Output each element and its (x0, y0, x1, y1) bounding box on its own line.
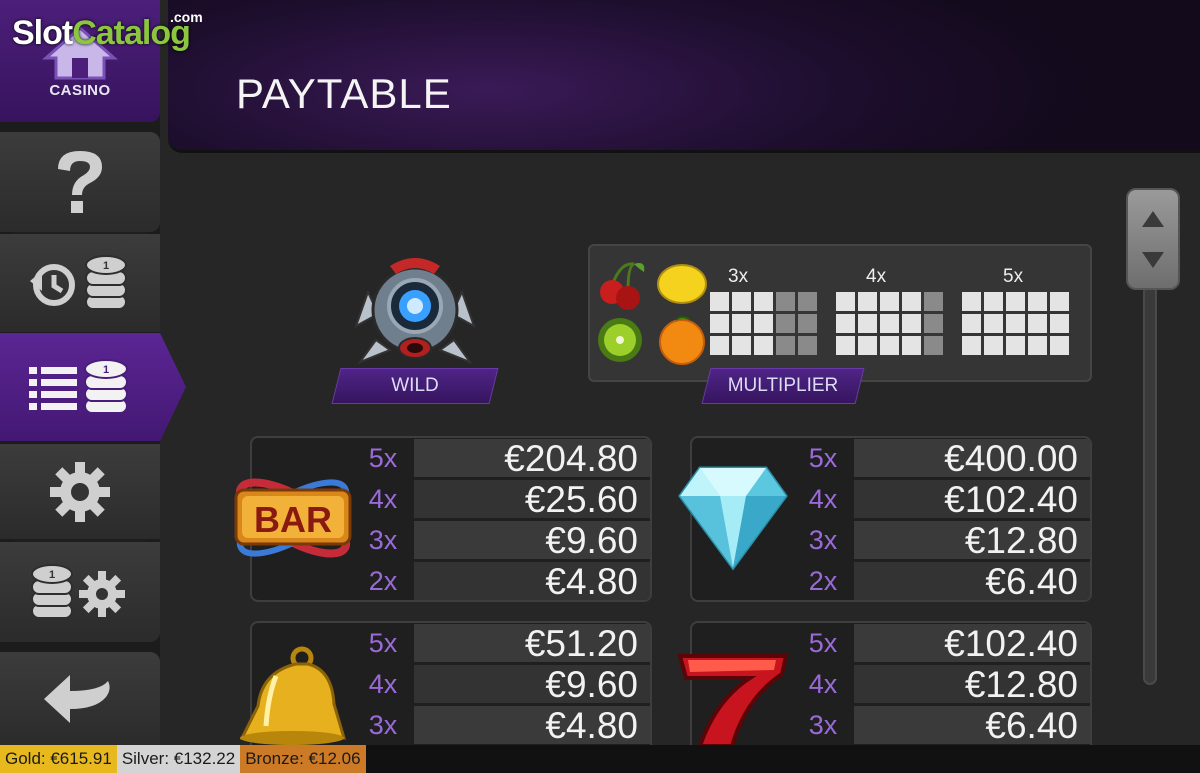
multiplier-5x-grid (962, 292, 1069, 355)
pay-amount: €12.80 (854, 665, 1090, 705)
pay-count: 2x (368, 566, 398, 596)
help-button[interactable] (0, 132, 160, 232)
sidebar: CASINO 1 1 1 (0, 0, 186, 745)
pay-amount: €12.80 (854, 521, 1090, 561)
pay-count: 5x (368, 443, 398, 473)
paytable-list-coins-icon: 1 (29, 359, 128, 414)
diamond-symbol (678, 466, 788, 571)
pay-count: 4x (808, 669, 838, 699)
logo-part1: Slot (12, 14, 73, 52)
pay-count: 4x (368, 669, 398, 699)
pay-amount: €102.40 (854, 480, 1090, 520)
bar-symbol: BAR (234, 478, 352, 558)
fruit-symbols-icon (598, 262, 707, 365)
history-coins-icon: 1 (30, 255, 127, 310)
slotcatalog-logo: SlotCatalog (12, 14, 191, 53)
wild-robot-symbol (354, 258, 476, 365)
paytable-screen: { "logo": { "part1": "Slot", "part2": "C… (0, 0, 1200, 773)
pay-count: 3x (808, 710, 838, 740)
pay-count: 5x (368, 628, 398, 658)
svg-text:1: 1 (103, 364, 109, 376)
multiplier-3x-grid (710, 292, 817, 355)
jackpot-bronze: Bronze: €12.06 (240, 745, 366, 773)
settings-button[interactable] (0, 444, 160, 539)
pay-amount: €4.80 (414, 562, 650, 600)
pay-amount: €400.00 (854, 439, 1090, 479)
casino-label: CASINO (49, 81, 111, 99)
back-arrow-icon (44, 674, 110, 723)
svg-text:BAR: BAR (254, 499, 332, 540)
pay-amount: €102.40 (854, 624, 1090, 664)
pay-amount: €6.40 (854, 706, 1090, 746)
multiplier-3x-title: 3x (728, 266, 749, 287)
scrollbar-track[interactable] (1143, 285, 1157, 685)
multiplier-4x-title: 4x (866, 266, 887, 287)
pay-count: 4x (808, 484, 838, 514)
pay-count: 4x (368, 484, 398, 514)
svg-text:1: 1 (49, 569, 55, 581)
seven-symbol (677, 654, 789, 746)
pay-amount: €25.60 (414, 480, 650, 520)
question-mark-icon (58, 151, 102, 213)
scroll-down-icon[interactable] (1140, 250, 1166, 270)
scrollbar-thumb[interactable] (1126, 188, 1180, 290)
logo-suffix: .com (170, 9, 203, 25)
multiplier-5x-title: 5x (1003, 266, 1024, 287)
svg-text:1: 1 (103, 260, 109, 272)
header-banner: PAYTABLE (168, 0, 1200, 150)
pay-count: 5x (808, 628, 838, 658)
page-title: PAYTABLE (236, 70, 452, 117)
jackpot-gold: Gold: €615.91 (0, 745, 117, 773)
pay-count: 2x (808, 566, 838, 596)
pay-amount: €9.60 (414, 521, 650, 561)
wild-label: WILD (391, 375, 439, 396)
jackpot-bar: Gold: €615.91 Silver: €132.22 Bronze: €1… (0, 745, 1200, 773)
pay-count: 3x (368, 710, 398, 740)
jackpot-silver: Silver: €132.22 (116, 745, 241, 773)
pay-count: 3x (368, 525, 398, 555)
multiplier-label: MULTIPLIER (727, 375, 839, 396)
pay-amount: €4.80 (414, 706, 650, 746)
pay-amount: €9.60 (414, 665, 650, 705)
coins-gear-icon: 1 (31, 564, 125, 619)
bet-settings-button[interactable]: 1 (0, 542, 160, 642)
back-button[interactable] (0, 652, 160, 745)
gear-icon (50, 461, 110, 522)
pay-amount: €51.20 (414, 624, 650, 664)
bell-symbol (239, 646, 347, 745)
paytable-button[interactable]: 1 (0, 333, 186, 441)
pay-amount: €204.80 (414, 439, 650, 479)
history-button[interactable]: 1 (0, 234, 160, 332)
multiplier-4x-grid (836, 292, 943, 355)
scroll-up-icon[interactable] (1140, 209, 1166, 229)
pay-count: 5x (808, 443, 838, 473)
pay-count: 3x (808, 525, 838, 555)
pay-amount: €6.40 (854, 562, 1090, 600)
